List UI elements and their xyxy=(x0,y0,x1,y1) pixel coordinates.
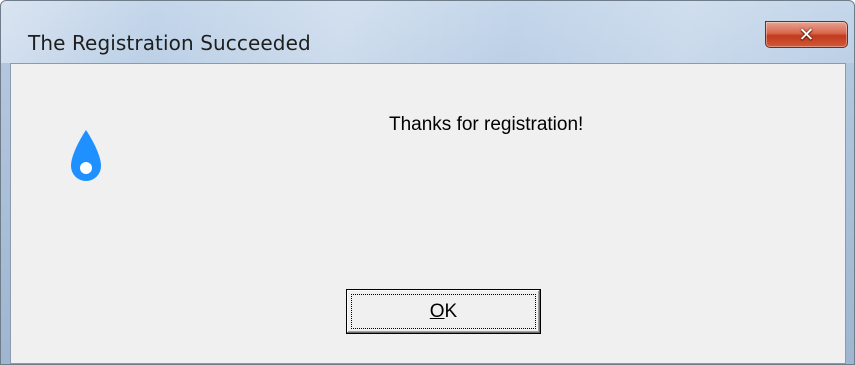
dialog-window: The Registration Succeeded ✕ Thanks for … xyxy=(0,0,855,365)
title-bar[interactable]: The Registration Succeeded ✕ xyxy=(1,1,854,63)
ok-label-rest: K xyxy=(444,300,458,322)
close-x-icon: ✕ xyxy=(798,23,815,46)
dialog-body: Thanks for registration! OK xyxy=(10,63,846,364)
ok-button[interactable]: OK xyxy=(346,289,541,334)
dialog-message: Thanks for registration! xyxy=(389,114,584,135)
focus-rectangle: OK xyxy=(351,294,536,329)
window-title: The Registration Succeeded xyxy=(28,31,311,55)
close-button[interactable]: ✕ xyxy=(765,21,848,48)
window-frame-left xyxy=(1,63,10,364)
ok-button-label: OK xyxy=(430,301,457,323)
window-frame-right xyxy=(845,63,854,364)
ok-mnemonic: O xyxy=(429,300,445,322)
water-drop-icon xyxy=(71,130,101,181)
